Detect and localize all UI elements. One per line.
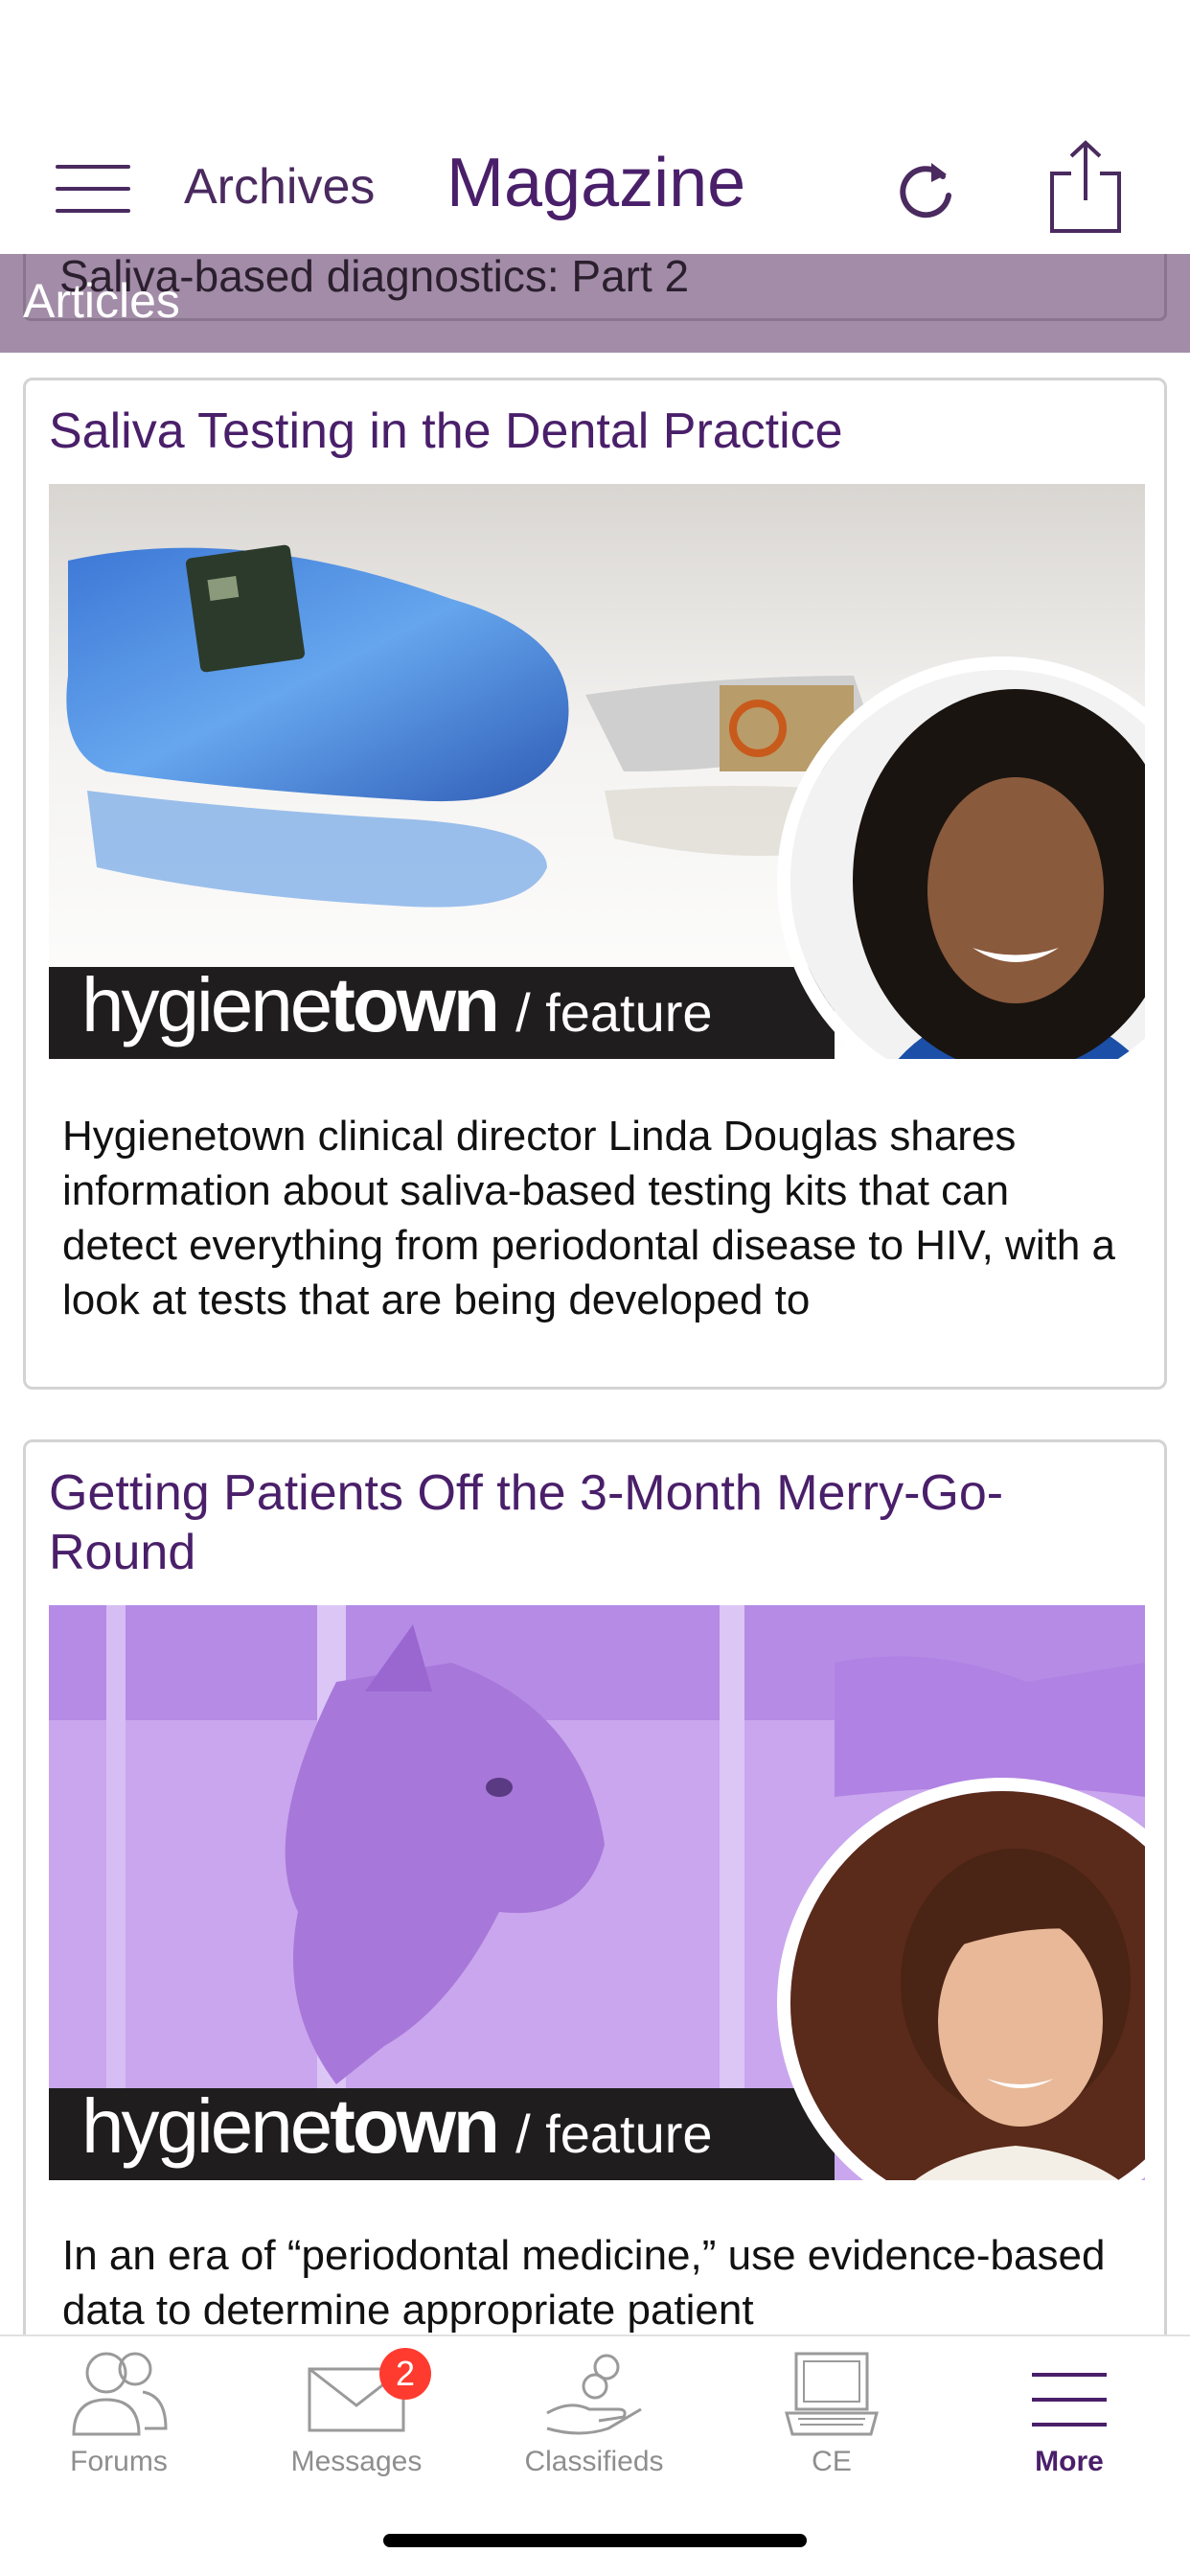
tab-forums[interactable]: Forums	[0, 2346, 238, 2478]
articles-section-bar: Saliva-based diagnostics: Part 2 Article…	[0, 254, 1190, 353]
hygienetown-banner: hygienetown / feature	[49, 2083, 835, 2180]
article-card[interactable]: Getting Patients Off the 3-Month Merry-G…	[23, 1439, 1167, 2398]
tab-ce[interactable]: CE	[713, 2346, 950, 2478]
app-header: Archives Magazine	[0, 0, 1190, 254]
tab-messages-label: Messages	[290, 2446, 423, 2477]
people-icon	[72, 2352, 168, 2436]
messages-badge: 2	[379, 2348, 431, 2400]
hand-coin-icon	[546, 2354, 642, 2435]
tab-more[interactable]: More	[950, 2346, 1188, 2478]
tab-forums-label: Forums	[70, 2446, 168, 2477]
article-image[interactable]: hygienetown / feature	[49, 484, 1145, 1059]
article-excerpt: In an era of “periodontal medicine,” use…	[62, 2232, 1106, 2334]
laptop-icon	[785, 2352, 879, 2436]
tab-classifieds[interactable]: Classifieds	[475, 2346, 713, 2478]
article-image[interactable]: hygienetown / feature	[49, 1605, 1145, 2180]
page-title: Magazine	[446, 145, 746, 221]
refresh-icon[interactable]	[891, 153, 960, 222]
home-indicator	[383, 2534, 807, 2547]
article-title[interactable]: Saliva Testing in the Dental Practice	[49, 402, 1103, 461]
tab-more-label: More	[1035, 2446, 1104, 2477]
tab-classifieds-label: Classifieds	[524, 2446, 664, 2477]
tab-ce-label: CE	[812, 2446, 852, 2477]
share-icon[interactable]	[1044, 139, 1127, 235]
banner-logo: hygienetown / feature	[81, 2083, 713, 2169]
articles-section-label: Articles	[23, 274, 180, 328]
tab-messages[interactable]: 2 Messages	[238, 2346, 475, 2478]
menu-icon[interactable]	[56, 163, 130, 215]
archives-link[interactable]: Archives	[184, 158, 375, 216]
more-menu-icon	[1032, 2373, 1107, 2426]
article-card[interactable]: Saliva Testing in the Dental Practice hy…	[23, 378, 1167, 1390]
hygienetown-banner: hygienetown / feature	[49, 962, 835, 1059]
banner-logo: hygienetown / feature	[81, 962, 713, 1047]
article-excerpt: Hygienetown clinical director Linda Doug…	[62, 1113, 1115, 1323]
article-title[interactable]: Getting Patients Off the 3-Month Merry-G…	[49, 1463, 1103, 1582]
